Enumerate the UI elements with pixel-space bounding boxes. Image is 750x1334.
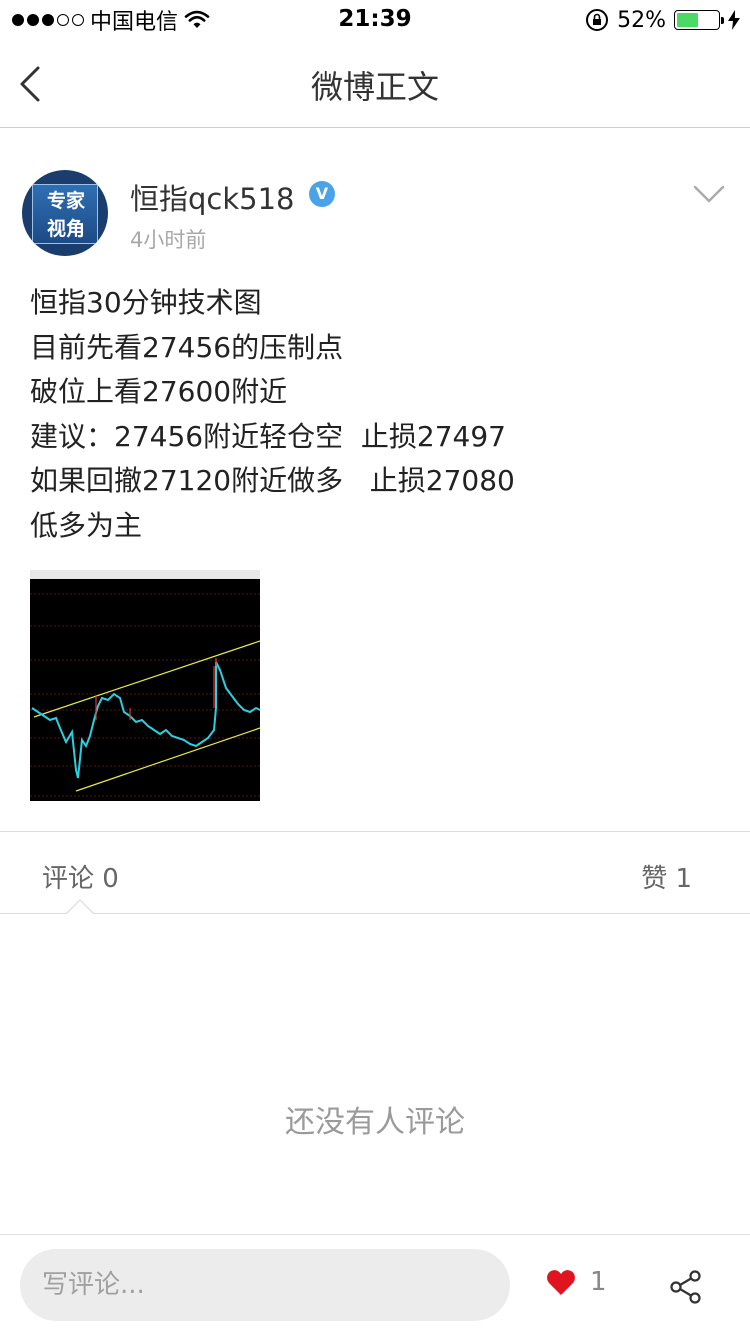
bottom-bar: 1 [0,1234,750,1334]
avatar-badge: 专家 视角 [32,184,98,244]
heart-icon [547,1270,575,1295]
like-count: 1 [590,1267,607,1297]
like-button[interactable]: 1 [546,1267,607,1297]
tab-likes[interactable]: 赞 1 [641,858,692,895]
comment-input[interactable] [20,1249,510,1321]
page-title: 微博正文 [310,68,439,106]
tabs-divider [0,913,750,914]
empty-comments-message: 还没有人评论 [285,1105,465,1140]
post-image-thumbnail[interactable] [30,570,260,801]
battery-percent: 52% [617,7,666,33]
post-line: 恒指30分钟技术图 [30,286,262,319]
battery-icon [674,10,724,30]
avatar[interactable]: 专家 视角 [22,170,108,256]
status-bar: 中国电信 21:39 52% [0,0,750,40]
post-line: 建议：27456附近轻仓空 止损27497 [30,419,506,453]
status-right: 52% [585,6,740,34]
share-icon[interactable] [668,1269,704,1305]
post-body: 恒指30分钟技术图 目前先看27456的压制点 破位上看27600附近 建议：2… [30,281,720,548]
post-line: 低多为主 [30,508,143,542]
avatar-text-line-1: 专家 [46,190,85,212]
section-divider [0,831,750,832]
tab-comments[interactable]: 评论 0 [42,858,119,895]
post-line: 破位上看27600附近 [30,375,288,408]
username[interactable]: 恒指qck518 [130,176,295,218]
tab-indicator-arrow-icon [66,899,94,914]
post-menu-chevron-down-icon[interactable] [692,180,726,208]
avatar-text-line-2: 视角 [46,218,85,240]
post-line: 目前先看27456的压制点 [30,330,344,364]
orientation-lock-icon [586,9,609,31]
nav-bar: 微博正文 [0,40,750,128]
verified-icon: V [309,181,335,207]
charging-bolt-icon [728,10,740,30]
post-line: 如果回撤27120附近做多 止损27080 [30,464,515,497]
post-timestamp: 4小时前 [130,228,207,252]
